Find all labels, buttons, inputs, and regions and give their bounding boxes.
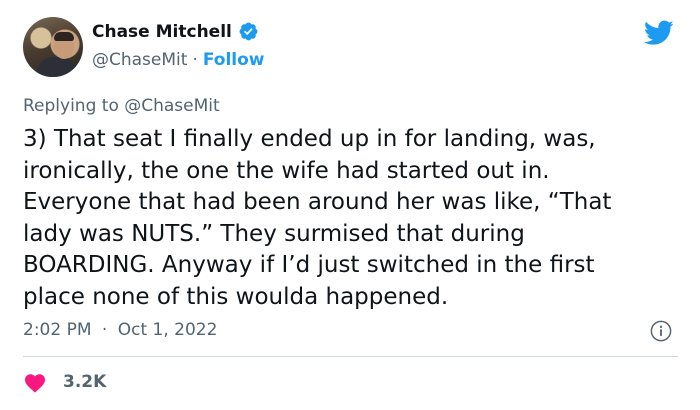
avatar-shirt (37, 57, 77, 77)
tweet-card: Chase Mitchell @ChaseMit · Follow Replyi… (0, 0, 700, 410)
heart-icon (25, 374, 45, 393)
info-icon[interactable] (650, 320, 672, 342)
follow-button[interactable]: Follow (203, 50, 265, 70)
timestamp-separator: · (101, 320, 108, 340)
divider (23, 356, 678, 357)
tweet-timestamp[interactable]: 2:02 PM · Oct 1, 2022 (23, 320, 217, 340)
replying-to-label: Replying to (23, 96, 119, 116)
author-handle-row: @ChaseMit · Follow (92, 50, 265, 70)
like-button[interactable]: 3.2K (23, 371, 106, 393)
author-name-row: Chase Mitchell (92, 21, 259, 42)
reply-mention-link[interactable]: @ChaseMit (124, 96, 219, 116)
like-count: 3.2K (63, 372, 107, 392)
tweet-date: Oct 1, 2022 (117, 320, 218, 340)
avatar-hair (54, 32, 74, 41)
replying-to: Replying to @ChaseMit (23, 96, 220, 116)
handle-separator: · (192, 50, 198, 70)
tweet-text: 3) That seat I finally ended up in for l… (23, 126, 612, 310)
twitter-bird-icon[interactable] (644, 20, 674, 46)
author-name[interactable]: Chase Mitchell (92, 22, 232, 42)
avatar[interactable] (23, 17, 83, 77)
tweet-time: 2:02 PM (23, 320, 92, 340)
verified-badge-icon (239, 22, 258, 41)
author-handle[interactable]: @ChaseMit (92, 50, 187, 70)
